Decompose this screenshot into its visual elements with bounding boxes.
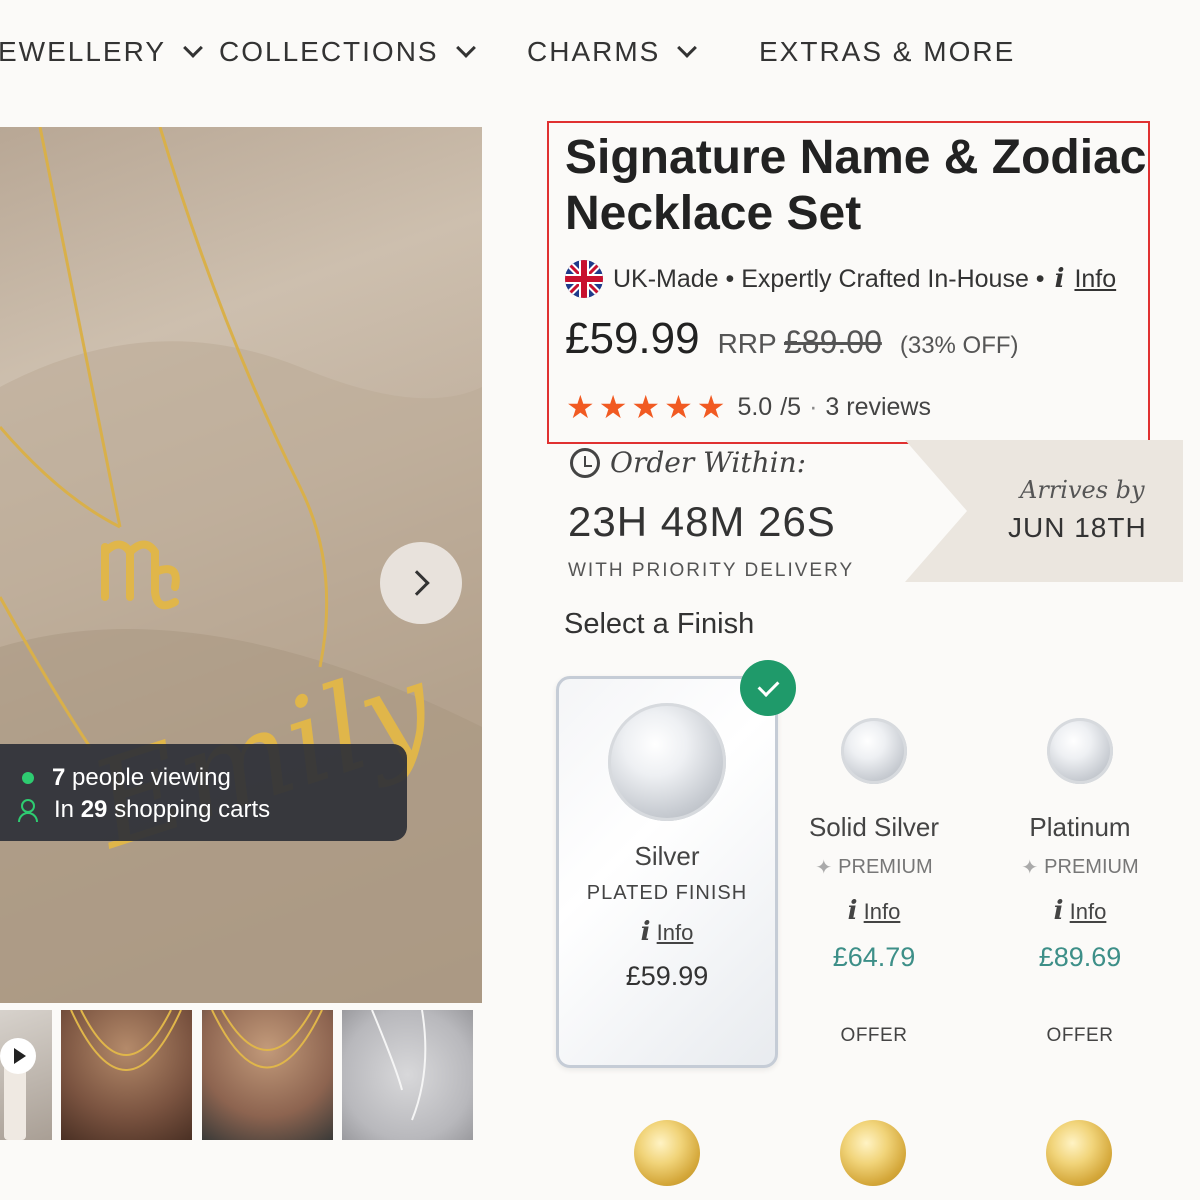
viewing-count: 7 <box>52 764 66 791</box>
finish-name: Platinum <box>1029 812 1131 842</box>
premium-badge: ✦ PREMIUM <box>763 855 985 880</box>
solid-silver-swatch <box>841 718 907 784</box>
finish-name: Silver <box>634 841 700 871</box>
viewing-line: 7 people viewing <box>52 764 231 792</box>
uk-flag-icon <box>565 260 603 298</box>
premium-label: PREMIUM <box>1044 856 1139 878</box>
gold-swatch-2[interactable] <box>840 1120 906 1186</box>
priority-delivery-text: WITH PRIORITY DELIVERY <box>568 560 855 581</box>
thumbnail-necklace <box>70 1010 182 1071</box>
finish-option-solid-silver[interactable]: Solid Silver ✦ PREMIUM i Info £64.79 OFFE… <box>763 676 985 1068</box>
thumbnail-video[interactable] <box>0 1010 52 1140</box>
finish-name: Solid Silver <box>808 812 940 842</box>
rating-row[interactable]: ★★★★★ 5.0 /5 · 3 reviews <box>566 388 931 426</box>
rating-separator: · <box>809 392 818 421</box>
thumbnail-4[interactable] <box>342 1010 473 1140</box>
rating-value: 5.0 <box>737 392 773 421</box>
thumbnail-3[interactable] <box>202 1010 333 1140</box>
finish-info[interactable]: i Info <box>763 896 985 926</box>
premium-badge: ✦ PREMIUM <box>969 855 1191 880</box>
finish-info-link[interactable]: Info <box>1070 899 1107 924</box>
thumbnail-necklace <box>371 1010 427 1121</box>
rating-max: /5 <box>780 392 802 421</box>
clock-icon <box>570 447 600 478</box>
nav-item-extras[interactable]: EXTRAS & MORE <box>759 36 1015 68</box>
carts-line: In 29 shopping carts <box>54 796 270 824</box>
current-price: £59.99 <box>565 314 700 363</box>
nav-item-label: EXTRAS & MORE <box>759 36 1016 67</box>
made-info-link[interactable]: Info <box>1074 265 1116 294</box>
next-image-button[interactable] <box>380 542 462 624</box>
nav-item-charms[interactable]: CHARMS <box>527 36 698 68</box>
arrives-date: JUN 18TH <box>1008 512 1147 543</box>
gold-swatch-1[interactable] <box>634 1120 700 1186</box>
thumbnail-necklace <box>211 1010 323 1069</box>
rrp-label: RRP <box>717 328 777 359</box>
nav-item-label: JEWELLERY <box>0 36 166 67</box>
thumbnail-2[interactable] <box>61 1010 192 1140</box>
carts-prefix: In <box>54 796 75 823</box>
carts-text: shopping carts <box>114 796 271 823</box>
nav-item-label: COLLECTIONS <box>219 36 439 67</box>
sparkle-icon: ✦ <box>815 857 833 879</box>
info-icon: i <box>1053 896 1064 926</box>
arrives-banner <box>905 440 1183 582</box>
chevron-down-icon <box>455 38 476 58</box>
nav-item-jewellery[interactable]: JEWELLERY <box>0 36 203 68</box>
finish-info[interactable]: i Info <box>969 896 1191 926</box>
star-rating-icons: ★★★★★ <box>566 389 730 425</box>
top-navigation: JEWELLERY COLLECTIONS CHARMS EXTRAS & MO… <box>0 0 1200 100</box>
silver-swatch <box>608 703 726 821</box>
arrives-label: Arrives by <box>1020 476 1145 504</box>
discount-text: (33% OFF) <box>899 332 1019 359</box>
chevron-down-icon <box>183 38 203 58</box>
play-icon <box>0 1038 36 1074</box>
offer-tag: OFFER <box>840 1025 908 1046</box>
chevron-right-icon <box>404 570 430 596</box>
finish-price: £64.79 <box>832 942 916 972</box>
countdown-timer: 23H 48M 26S <box>568 498 836 545</box>
finish-info-link[interactable]: Info <box>657 920 694 945</box>
sparkle-icon: ✦ <box>1021 857 1039 879</box>
finish-option-silver[interactable]: Silver PLATED FINISH i Info £59.99 <box>556 676 778 1068</box>
made-in-uk-row: UK-Made • Expertly Crafted In-House • i … <box>565 260 1116 298</box>
gold-swatch-3[interactable] <box>1046 1120 1112 1186</box>
live-dot-icon <box>22 772 34 784</box>
info-icon: i <box>847 896 858 926</box>
finish-option-platinum[interactable]: Platinum ✦ PREMIUM i Info £89.69 OFFER <box>969 676 1191 1068</box>
rrp-block: RRP £89.00 <box>718 324 882 361</box>
finish-subtitle: PLATED FINISH <box>586 882 748 904</box>
viewing-badge: 7 people viewing In 29 shopping carts <box>0 744 407 841</box>
user-icon <box>18 799 40 822</box>
product-main-image[interactable]: Emily <box>0 127 482 1003</box>
info-icon: i <box>640 917 651 947</box>
finish-price: £59.99 <box>625 961 709 991</box>
premium-label: PREMIUM <box>838 856 933 878</box>
offer-tag: OFFER <box>1046 1025 1114 1046</box>
finish-heading: Select a Finish <box>564 608 755 640</box>
price-row: £59.99 RRP £89.00 (33% OFF) <box>565 314 1019 364</box>
rrp-price: £89.00 <box>783 324 882 360</box>
reviews-link[interactable]: 3 reviews <box>825 393 931 422</box>
order-within: Order Within: <box>570 446 806 479</box>
finish-info[interactable]: i Info <box>559 917 775 947</box>
info-icon: i <box>1054 264 1065 294</box>
platinum-swatch <box>1047 718 1113 784</box>
carts-count: 29 <box>80 796 108 823</box>
order-within-label: Order Within: <box>610 446 807 479</box>
finish-info-link[interactable]: Info <box>864 899 901 924</box>
finish-price: £89.69 <box>1038 942 1122 972</box>
product-title: Signature Name & Zodiac Necklace Set <box>565 131 1147 240</box>
viewing-text: people viewing <box>72 764 231 791</box>
nav-item-collections[interactable]: COLLECTIONS <box>219 36 476 68</box>
made-text: UK-Made • Expertly Crafted In-House • <box>613 264 1045 293</box>
nav-item-label: CHARMS <box>527 36 661 67</box>
chevron-down-icon <box>677 38 698 58</box>
